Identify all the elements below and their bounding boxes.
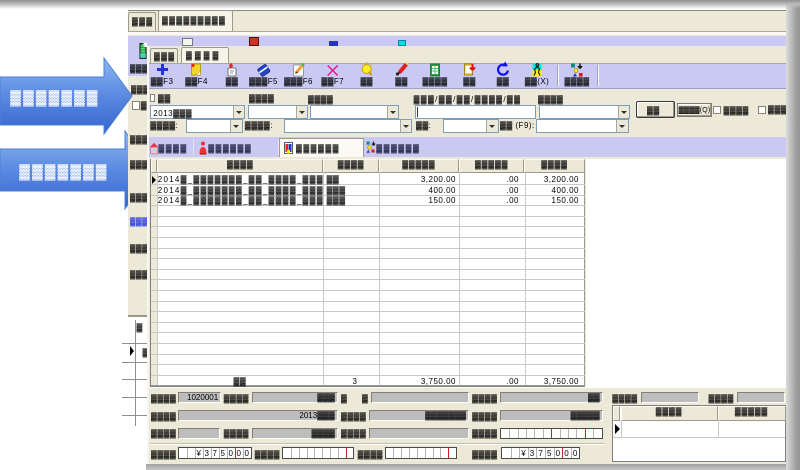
svg-text:▓▓▓▓▓▓▓: ▓▓▓▓▓▓▓ xyxy=(10,89,99,107)
